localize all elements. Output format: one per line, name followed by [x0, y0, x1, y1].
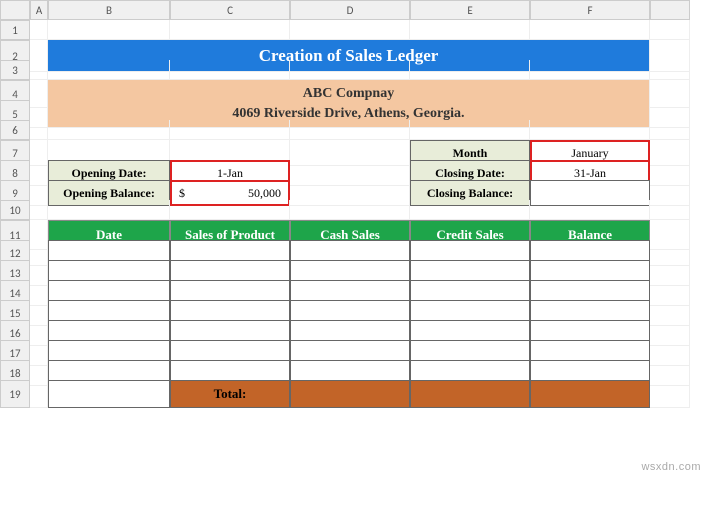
cell[interactable] [30, 60, 48, 80]
col-header-A[interactable]: A [30, 0, 48, 20]
cell[interactable] [170, 20, 290, 40]
cell[interactable] [30, 20, 48, 40]
row-header-3[interactable]: 3 [0, 60, 30, 80]
col-header-F[interactable]: F [530, 0, 650, 20]
cell[interactable] [48, 120, 170, 140]
total-label[interactable]: Total: [170, 380, 290, 408]
cell[interactable] [530, 60, 650, 80]
cell[interactable] [530, 120, 650, 140]
spreadsheet-grid: A B C D E F 1 2 Creation of Sales Ledger… [0, 0, 707, 400]
col-header-E[interactable]: E [410, 0, 530, 20]
cell[interactable] [170, 120, 290, 140]
total-credit[interactable] [410, 380, 530, 408]
col-header-B[interactable]: B [48, 0, 170, 20]
row-header-19[interactable]: 19 [0, 380, 30, 408]
cell[interactable] [290, 200, 410, 220]
total-blank[interactable] [48, 380, 170, 408]
opening-balance-amount: 50,000 [248, 186, 281, 201]
cell[interactable] [650, 120, 690, 140]
cell[interactable] [30, 200, 48, 220]
total-balance[interactable] [530, 380, 650, 408]
cell[interactable] [30, 380, 48, 408]
select-all-corner[interactable] [0, 0, 30, 20]
cell[interactable] [30, 120, 48, 140]
cell[interactable] [650, 380, 690, 408]
cell[interactable] [48, 60, 170, 80]
cell[interactable] [530, 200, 650, 220]
col-header-C[interactable]: C [170, 0, 290, 20]
cell[interactable] [650, 200, 690, 220]
cell[interactable] [410, 20, 530, 40]
col-header-overflow [650, 0, 690, 20]
row-header-10[interactable]: 10 [0, 200, 30, 220]
cell[interactable] [290, 120, 410, 140]
cell[interactable] [48, 20, 170, 40]
cell[interactable] [530, 20, 650, 40]
cell[interactable] [170, 60, 290, 80]
watermark-text: wsxdn.com [641, 461, 701, 473]
cell[interactable] [410, 120, 530, 140]
cell[interactable] [410, 60, 530, 80]
cell[interactable] [650, 20, 690, 40]
cell[interactable] [290, 20, 410, 40]
row-header-1[interactable]: 1 [0, 20, 30, 40]
col-header-D[interactable]: D [290, 0, 410, 20]
cell[interactable] [290, 60, 410, 80]
cell[interactable] [170, 200, 290, 220]
total-cash[interactable] [290, 380, 410, 408]
cell[interactable] [650, 60, 690, 80]
cell[interactable] [48, 200, 170, 220]
row-header-6[interactable]: 6 [0, 120, 30, 140]
cell[interactable] [410, 200, 530, 220]
currency-symbol: $ [179, 186, 185, 201]
